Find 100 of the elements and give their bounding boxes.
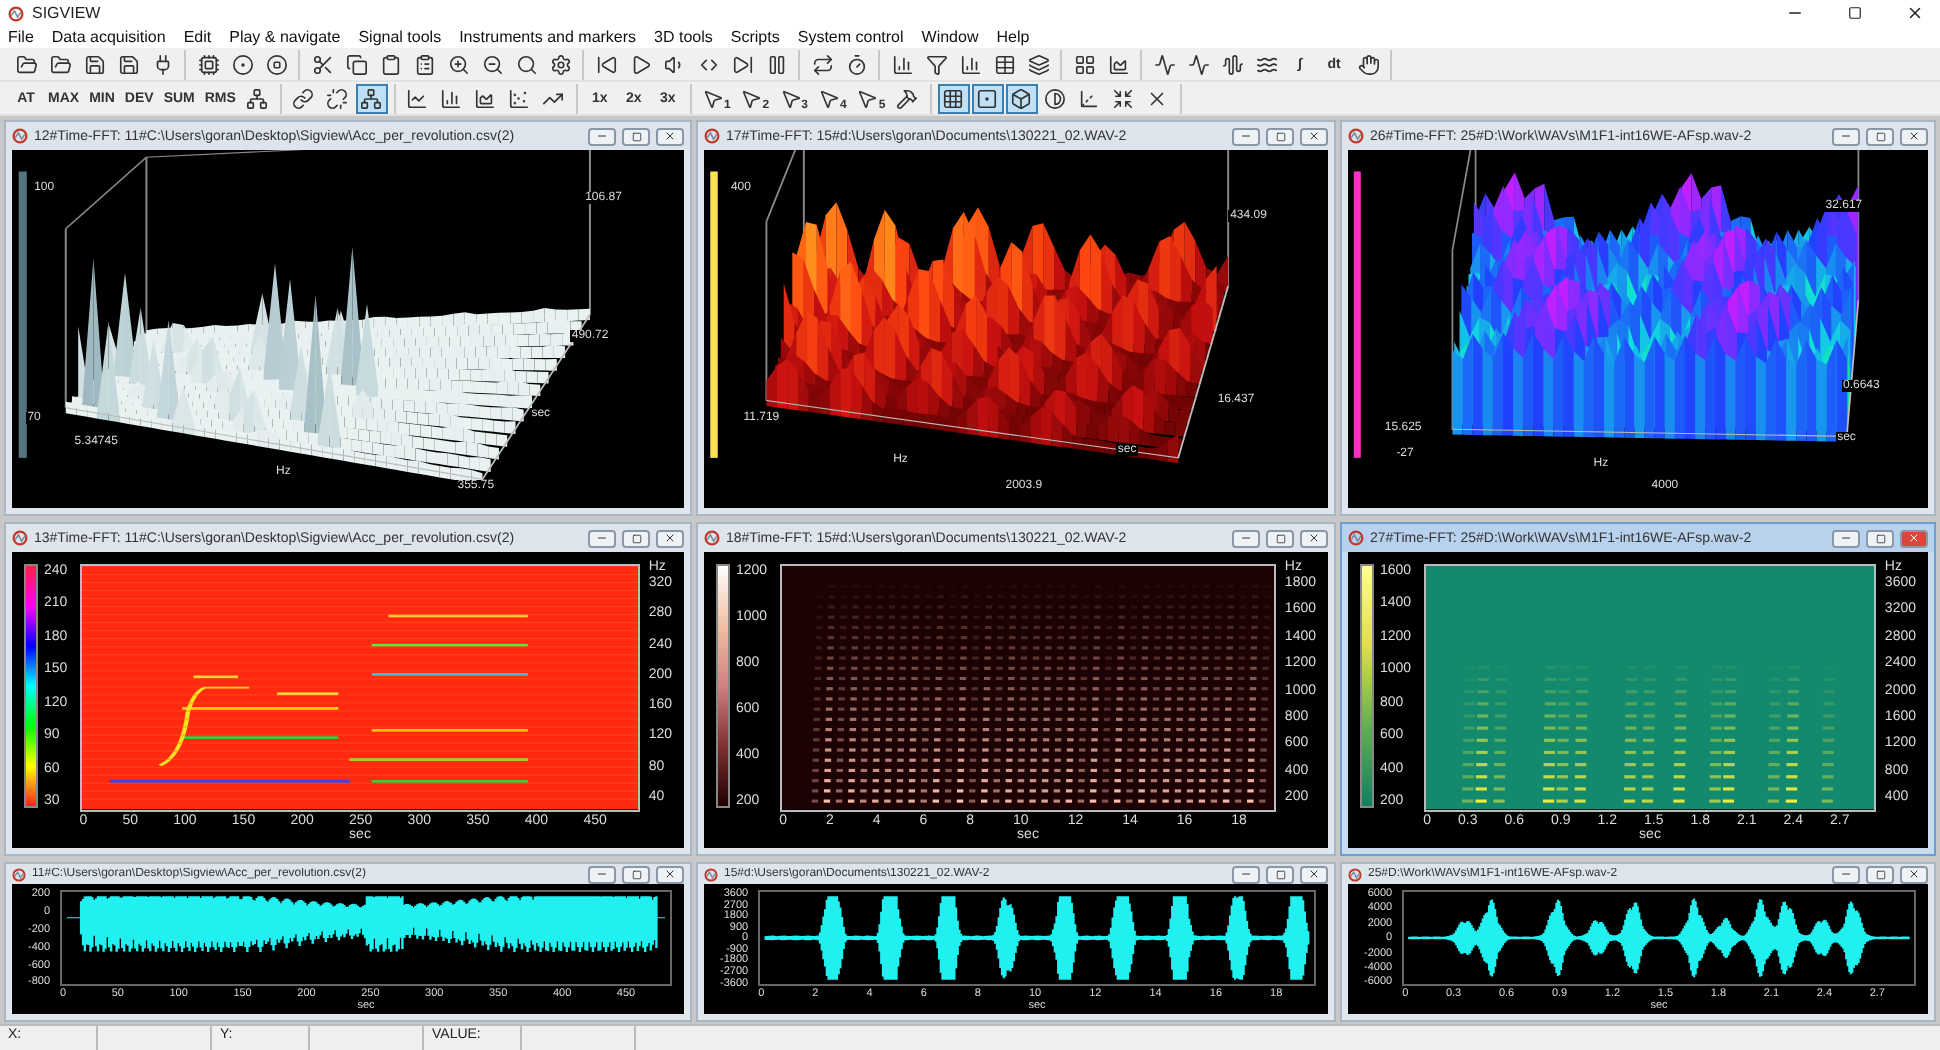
close-button[interactable]	[1900, 127, 1928, 145]
app-logo-icon	[12, 128, 28, 144]
minimize-icon	[1240, 532, 1252, 544]
minimize-icon	[596, 532, 608, 544]
minimize-button[interactable]	[1232, 865, 1260, 883]
loop-icon	[811, 53, 833, 75]
folder-icon	[49, 53, 71, 75]
menu-item[interactable]: File	[8, 28, 34, 46]
minimize-button[interactable]	[1232, 127, 1260, 145]
folder-icon	[15, 53, 37, 75]
maximize-button[interactable]	[1866, 529, 1894, 547]
close-button[interactable]	[656, 127, 684, 145]
maximize-button[interactable]	[622, 865, 650, 883]
app-logo-icon	[1348, 128, 1364, 144]
maximize-button[interactable]	[1866, 127, 1894, 145]
bar-chart-icon	[440, 87, 463, 109]
maximize-button[interactable]	[1266, 865, 1294, 883]
close-button[interactable]	[656, 865, 684, 883]
close-icon	[1308, 532, 1320, 544]
minimize-icon	[1840, 130, 1852, 142]
settings-icon	[549, 53, 571, 75]
maximize-icon	[1875, 533, 1885, 543]
cube-button[interactable]	[1005, 83, 1038, 113]
maximize-button[interactable]	[1866, 865, 1894, 883]
close-button[interactable]	[1300, 529, 1328, 547]
maximize-icon	[631, 131, 641, 141]
minimize-button[interactable]	[588, 127, 616, 145]
grid-button[interactable]	[937, 83, 970, 113]
menu-item[interactable]: Instruments and markers	[459, 28, 637, 46]
close-icon	[1908, 130, 1920, 142]
maximize-icon	[1275, 869, 1285, 879]
app-title: SIGVIEW	[32, 4, 103, 22]
layers-icon	[1027, 53, 1049, 75]
unlink-icon	[326, 87, 349, 109]
maximize-icon	[1275, 533, 1285, 543]
search-icon	[515, 53, 537, 75]
app-logo-icon	[1348, 867, 1362, 881]
cursor-icon	[779, 87, 802, 109]
cursor-icon	[856, 87, 879, 109]
save-icon	[83, 53, 105, 75]
stop-icon	[265, 53, 287, 75]
link-icon	[292, 87, 315, 109]
speaker-icon	[663, 53, 685, 75]
square-dot-button[interactable]	[971, 83, 1004, 113]
minimize-button[interactable]	[1832, 865, 1860, 883]
minimize-button[interactable]	[1832, 127, 1860, 145]
funnel-icon	[925, 53, 947, 75]
close-icon	[664, 532, 676, 544]
table-icon	[993, 53, 1015, 75]
play-icon	[629, 53, 651, 75]
maximize-button[interactable]	[622, 529, 650, 547]
save-icon	[117, 53, 139, 75]
app-logo-icon	[704, 530, 720, 546]
menu-item[interactable]: Signal tools	[358, 28, 442, 46]
close-icon	[1908, 532, 1920, 544]
close-button[interactable]	[1300, 127, 1328, 145]
minimize-button[interactable]	[588, 529, 616, 547]
scissors-icon	[311, 53, 333, 75]
close-icon	[1308, 130, 1320, 142]
close-button[interactable]	[656, 529, 684, 547]
zoom-out-icon	[481, 53, 503, 75]
copy-icon	[345, 53, 367, 75]
area-chart-icon	[1107, 53, 1129, 75]
zoom-in-icon	[447, 53, 469, 75]
close-icon	[1905, 4, 1923, 22]
maximize-icon	[1875, 869, 1885, 879]
menu-item[interactable]: Play & navigate	[229, 28, 341, 46]
tree-button[interactable]	[355, 83, 388, 113]
close-button[interactable]	[1300, 865, 1328, 883]
menu-item[interactable]: Edit	[183, 28, 212, 46]
maximize-icon	[1875, 131, 1885, 141]
shrink-icon	[1112, 87, 1135, 109]
clipboard-icon	[379, 53, 401, 75]
close-button[interactable]	[1900, 865, 1928, 883]
menu-item[interactable]: Scripts	[730, 28, 780, 46]
maximize-button[interactable]	[1266, 127, 1294, 145]
skip-forward-icon	[731, 53, 753, 75]
maximize-button[interactable]	[1266, 529, 1294, 547]
close-icon	[664, 868, 676, 880]
tree-icon	[246, 87, 269, 109]
maximize-button[interactable]	[622, 127, 650, 145]
minimize-icon	[1840, 868, 1852, 880]
minimize-button[interactable]	[588, 865, 616, 883]
menu-item[interactable]: Window	[921, 28, 979, 46]
cube-icon	[1010, 87, 1033, 109]
menu-item[interactable]: System control	[797, 28, 904, 46]
bar-chart-icon	[959, 53, 981, 75]
maximize-icon	[1275, 131, 1285, 141]
close-icon	[1308, 868, 1320, 880]
menu-item[interactable]: Help	[996, 28, 1030, 46]
menu-item[interactable]: 3D tools	[654, 28, 713, 46]
scatter-chart-icon	[508, 87, 531, 109]
area-chart-icon	[474, 87, 497, 109]
minimize-button[interactable]	[1232, 529, 1260, 547]
minimize-button[interactable]	[1832, 529, 1860, 547]
app-logo-icon	[1348, 530, 1364, 546]
waveform-icon	[1221, 53, 1243, 75]
axes-icon	[1078, 87, 1101, 109]
menu-item[interactable]: Data acquisition	[51, 28, 166, 46]
maximize-icon	[631, 869, 641, 879]
